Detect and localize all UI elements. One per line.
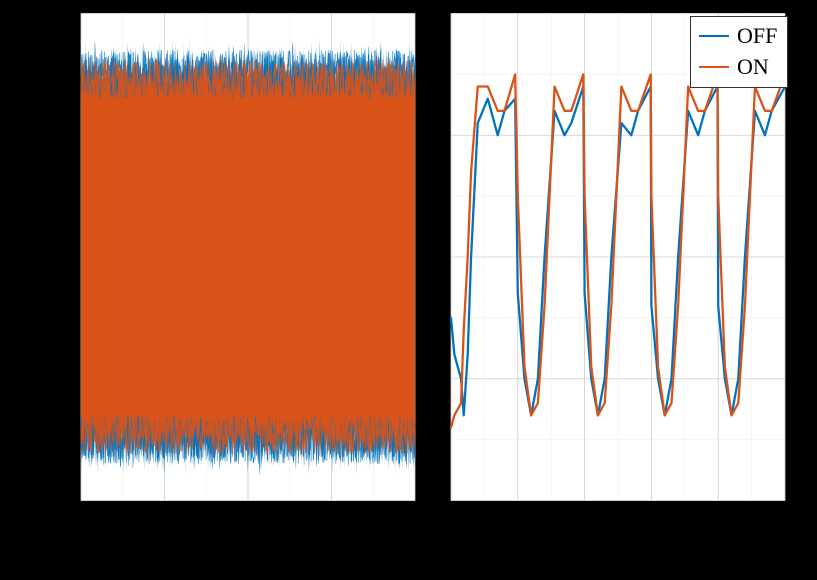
- xtick-label: 0: [75, 506, 86, 532]
- xtick-label: 5: [781, 506, 792, 532]
- ytick-label: -10: [43, 367, 72, 393]
- figure: α [deg] t [s] t [s] OFF ON 0200400600800…: [0, 0, 817, 580]
- legend-label-on: ON: [737, 52, 769, 83]
- ytick-label: 20: [50, 0, 72, 25]
- xtick-label: 3: [646, 506, 657, 532]
- xtick-label: 200: [148, 506, 181, 532]
- legend-swatch-off: [699, 35, 729, 37]
- xtick-label: 400: [232, 506, 265, 532]
- legend-item-on: ON: [699, 52, 777, 83]
- left-chart-plot: [81, 13, 415, 501]
- left-chart-panel: [80, 12, 416, 502]
- ytick-label: -20: [43, 489, 72, 515]
- ytick-label: 0: [61, 244, 72, 270]
- xtick-label: 800: [400, 506, 433, 532]
- x-axis-label-left: t [s]: [208, 536, 252, 566]
- xtick-label: 1: [512, 506, 523, 532]
- legend-label-off: OFF: [737, 21, 777, 52]
- y-axis-label: α [deg]: [3, 251, 33, 329]
- xtick-label: 2: [579, 506, 590, 532]
- legend-item-off: OFF: [699, 21, 777, 52]
- ytick-label: 10: [50, 122, 72, 148]
- xtick-label: 4: [713, 506, 724, 532]
- x-axis-label-right: t [s]: [596, 536, 640, 566]
- xtick-label: 0: [445, 506, 456, 532]
- xtick-label: 600: [316, 506, 349, 532]
- legend: OFF ON: [690, 16, 788, 88]
- legend-swatch-on: [699, 66, 729, 68]
